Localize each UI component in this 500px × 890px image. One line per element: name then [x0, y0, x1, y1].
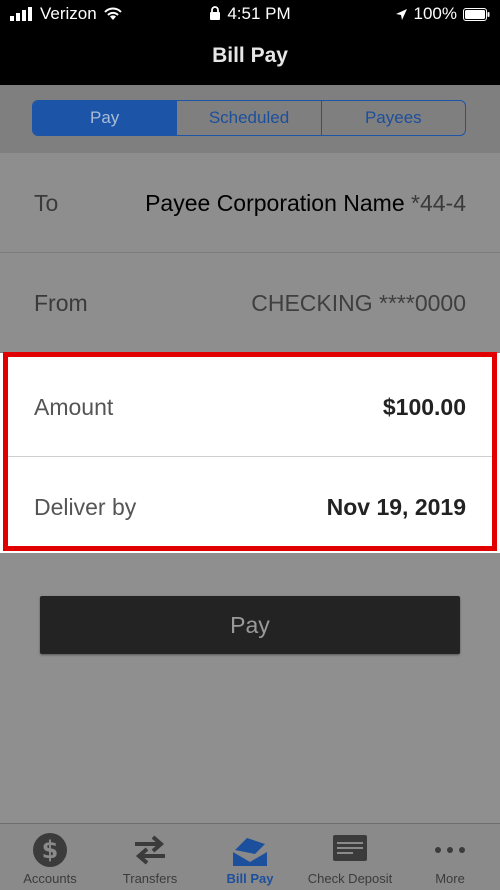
- lock-icon: [210, 6, 221, 20]
- more-dots-icon: [435, 847, 465, 853]
- from-row[interactable]: From CHECKING ****0000: [0, 253, 500, 353]
- dollar-circle-icon: $: [33, 833, 67, 867]
- to-row[interactable]: To Payee Corporation Name *44-4: [0, 153, 500, 253]
- tab-scheduled[interactable]: Scheduled: [176, 101, 320, 135]
- tab-bill-pay-label: Bill Pay: [226, 871, 274, 886]
- tab-bar: $ Accounts Transfers Bill Pay Check Depo…: [0, 823, 500, 890]
- check-card-icon: [333, 835, 367, 861]
- highlight-box: Amount $100.00 Deliver by Nov 19, 2019: [3, 352, 497, 551]
- amount-label: Amount: [34, 394, 114, 420]
- tab-check-deposit-label: Check Deposit: [307, 871, 393, 886]
- tab-bill-pay[interactable]: Bill Pay: [200, 824, 300, 890]
- pay-button[interactable]: Pay: [40, 596, 460, 654]
- tab-check-deposit[interactable]: Check Deposit: [300, 824, 400, 890]
- tab-accounts[interactable]: $ Accounts: [0, 824, 100, 890]
- page-title: Bill Pay: [212, 44, 288, 67]
- tab-more[interactable]: More: [400, 824, 500, 890]
- amount-row[interactable]: Amount $100.00: [8, 357, 492, 457]
- battery-percent: 100%: [413, 4, 457, 23]
- tab-more-label: More: [435, 871, 465, 886]
- tab-transfers-label: Transfers: [122, 871, 178, 886]
- nav-bar: Bill Pay: [0, 27, 500, 85]
- status-time: 4:51 PM: [227, 4, 291, 23]
- tab-transfers[interactable]: Transfers: [100, 824, 200, 890]
- location-arrow-icon: [395, 8, 407, 20]
- payee-name: Payee Corporation Name: [145, 190, 405, 216]
- amount-value[interactable]: $100.00: [383, 357, 466, 457]
- tab-accounts-label: Accounts: [23, 871, 77, 886]
- deliver-by-row[interactable]: Deliver by Nov 19, 2019: [8, 457, 492, 557]
- bill-envelope-icon: [233, 838, 267, 866]
- segmented-control: Pay Scheduled Payees: [32, 100, 466, 136]
- battery-icon: [463, 7, 490, 21]
- deliver-by-label: Deliver by: [34, 494, 137, 520]
- tab-payees[interactable]: Payees: [320, 101, 465, 135]
- to-label: To: [34, 190, 59, 216]
- segment-bar: Pay Scheduled Payees: [0, 85, 500, 153]
- payee-account: *44-4: [411, 190, 466, 216]
- from-account-number: ****0000: [379, 290, 466, 316]
- from-account-name: CHECKING: [251, 290, 373, 316]
- from-label: From: [34, 290, 88, 316]
- transfer-arrows-icon: [135, 835, 165, 865]
- status-bar: Verizon 4:51 PM 100%: [0, 0, 500, 27]
- deliver-by-value[interactable]: Nov 19, 2019: [327, 457, 466, 557]
- svg-text:$: $: [42, 836, 59, 864]
- tab-pay[interactable]: Pay: [33, 101, 177, 135]
